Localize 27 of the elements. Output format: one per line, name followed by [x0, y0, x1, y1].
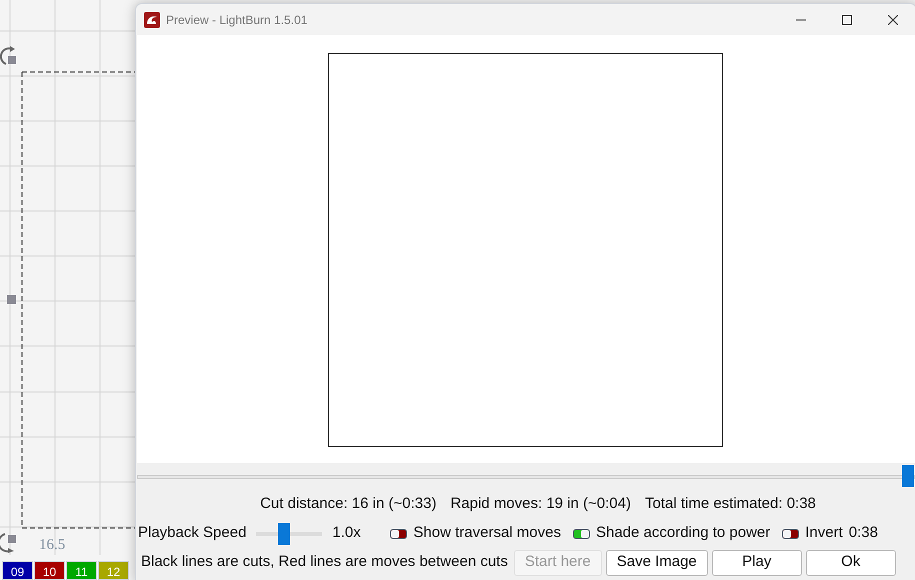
- close-icon: [888, 14, 898, 24]
- dialog-button[interactable]: Ok: [806, 550, 896, 576]
- toggle-label: Shade according to power: [596, 523, 770, 544]
- app-logo-icon: [144, 12, 160, 28]
- stat-text: Total time estimated: 0:38: [644, 494, 816, 514]
- toggle-switch[interactable]: [782, 528, 800, 538]
- legend-text: Black lines are cuts, Red lines are moves between cuts: [141, 552, 508, 572]
- toggle-label: Invert: [805, 523, 843, 544]
- rotate-handle-icon: [0, 532, 18, 554]
- color-swatch[interactable]: 10: [34, 561, 65, 580]
- speed-slider[interactable]: [256, 522, 322, 544]
- time-reading: 0:38: [848, 523, 878, 544]
- color-swatch[interactable]: 09: [2, 561, 33, 580]
- handle-icon: [7, 295, 16, 304]
- speed-reading: 1.0x: [332, 523, 362, 544]
- rotate-handle-icon: [0, 45, 18, 67]
- maximize-icon: [842, 14, 852, 24]
- playback-speed-label: Playback Speed: [138, 523, 246, 544]
- toggle-switch[interactable]: [572, 528, 590, 538]
- ruler-label: 16.5: [39, 536, 66, 555]
- stat-text: Rapid moves: 19 in (~0:04): [450, 494, 631, 514]
- stat-text: Cut distance: 16 in (~0:33): [260, 494, 436, 514]
- window-title: Preview - LightBurn 1.5.01: [166, 12, 308, 28]
- toggle-label: Show traversal moves: [413, 523, 561, 544]
- dialog-button[interactable]: Save Image: [606, 550, 708, 576]
- toggle-switch[interactable]: [390, 528, 408, 538]
- dialog-button[interactable]: Play: [712, 550, 802, 576]
